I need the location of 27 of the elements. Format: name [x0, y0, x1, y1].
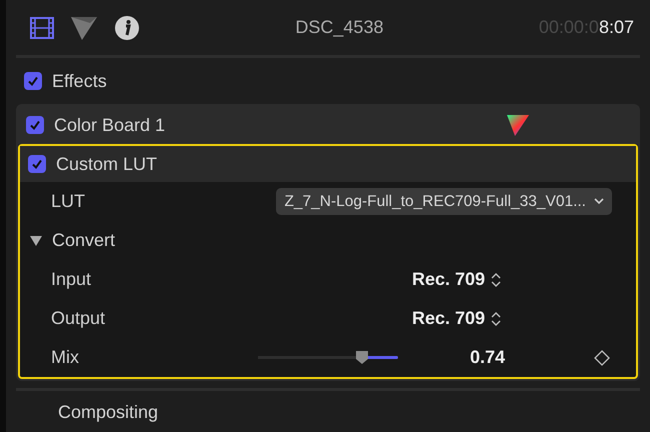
film-icon[interactable]: [30, 16, 54, 38]
info-icon[interactable]: [114, 14, 140, 40]
slider-value: 0.74: [470, 346, 506, 369]
checkbox[interactable]: [26, 116, 44, 134]
disclosure-icon[interactable]: [30, 234, 42, 246]
effect-label: Custom LUT: [56, 152, 158, 176]
parameter-label: Mix: [50, 346, 80, 369]
triangle-icon[interactable]: [70, 14, 98, 40]
keyframe-icon[interactable]: [594, 350, 610, 366]
effect-label: Color Board 1: [54, 114, 166, 136]
group-label: Convert: [52, 229, 116, 252]
checkbox[interactable]: [28, 155, 46, 173]
clip-title: DSC_4538: [294, 16, 384, 39]
lut-dropdown[interactable]: Z_7_N-Log-Full_to_REC709-Full_33_V01...: [276, 188, 612, 216]
checkbox[interactable]: [24, 72, 42, 90]
value-popup[interactable]: Rec. 709: [412, 266, 502, 293]
value-popup[interactable]: Rec. 709: [412, 305, 502, 332]
section-label: Compositing: [58, 400, 158, 424]
slider-thumb[interactable]: [354, 350, 369, 365]
color-board-icon[interactable]: [506, 113, 530, 137]
chevron-icon: [594, 198, 604, 205]
section-label: Effects: [52, 70, 107, 92]
parameter-label: Output: [50, 307, 106, 330]
parameter-label: Input: [50, 268, 92, 291]
parameter-label: LUT: [50, 190, 86, 213]
stepper-icon: [491, 272, 502, 288]
stepper-icon: [491, 310, 502, 326]
